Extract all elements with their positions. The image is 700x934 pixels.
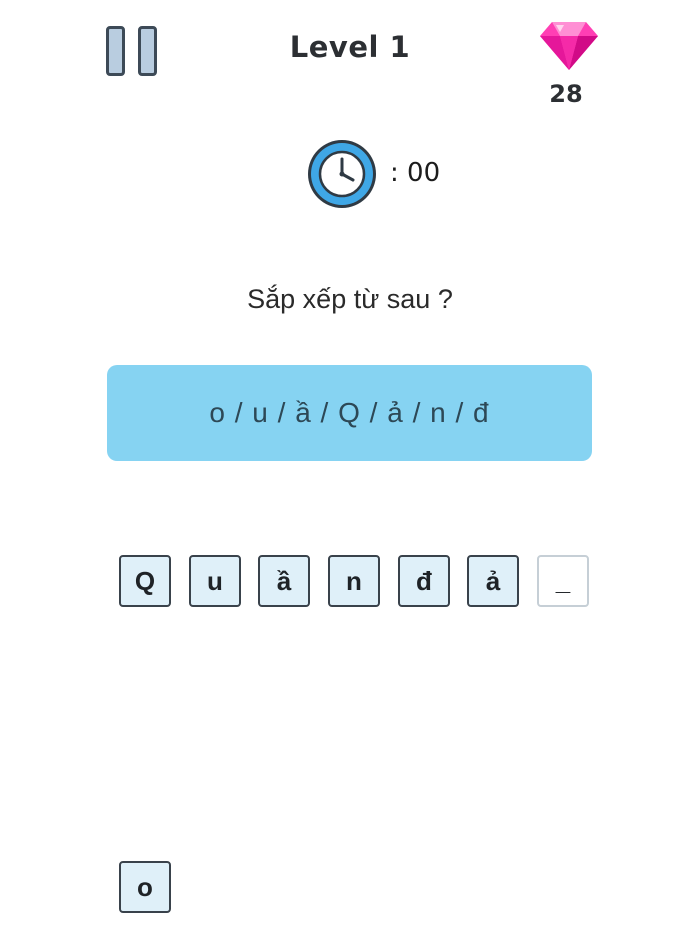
gem-icon [540,22,598,70]
clock-icon [308,140,376,208]
gem-count: 28 [549,80,583,108]
timer-readout: : 00 [390,158,441,188]
answer-tile[interactable]: u [189,555,241,607]
scrambled-letters: o / u / ầ / Q / ả / n / đ [209,397,490,428]
answer-tile[interactable]: Q [119,555,171,607]
answer-tile[interactable]: n [328,555,380,607]
answer-tile[interactable]: ả [467,555,519,607]
answer-tile[interactable]: đ [398,555,450,607]
answer-tile[interactable]: ầ [258,555,310,607]
scrambled-letters-panel: o / u / ầ / Q / ả / n / đ [107,365,592,461]
letter-bank-tile[interactable]: o [119,861,171,913]
answer-slot-empty[interactable]: _ [537,555,589,607]
question-prompt: Sắp xếp từ sau ? [247,284,453,314]
